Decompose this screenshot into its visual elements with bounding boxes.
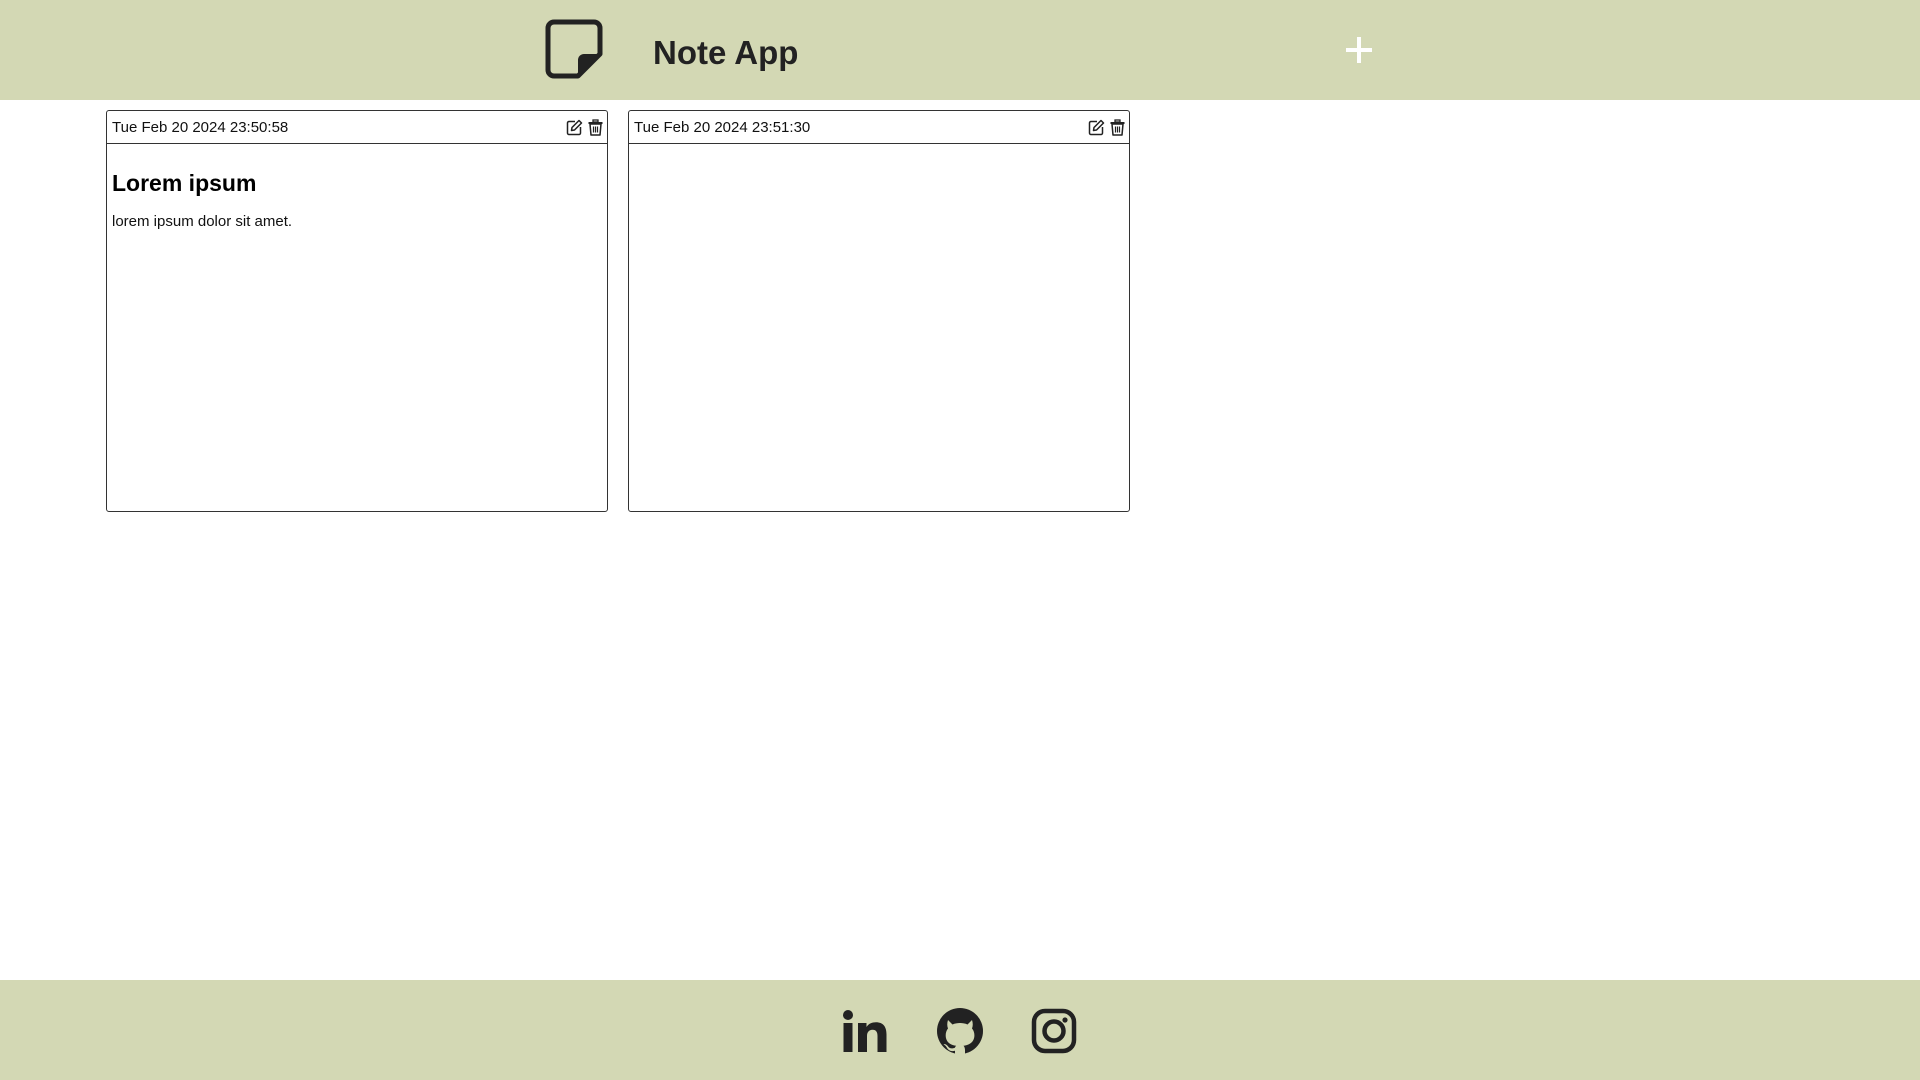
github-icon[interactable] <box>935 1006 985 1056</box>
note-title: Lorem ipsum <box>112 170 257 196</box>
note-actions <box>1088 119 1126 137</box>
note-date: Tue Feb 20 2024 23:51:30 <box>634 119 811 136</box>
note-body[interactable] <box>634 169 1124 185</box>
note-card: Tue Feb 20 2024 23:51:30 <box>628 110 1130 512</box>
add-note-button[interactable] <box>1340 30 1378 70</box>
app-title: Note App <box>653 34 799 71</box>
instagram-icon[interactable] <box>1029 1006 1079 1056</box>
sticky-note-icon <box>544 18 604 80</box>
note-header: Tue Feb 20 2024 23:50:58 <box>107 111 607 144</box>
note-actions <box>566 119 604 137</box>
note-body[interactable]: Lorem ipsum lorem ipsum dolor sit amet. <box>112 169 602 231</box>
note-text: lorem ipsum dolor sit amet. <box>112 213 293 230</box>
linkedin-icon[interactable] <box>840 1006 890 1056</box>
trash-icon[interactable] <box>587 119 604 136</box>
edit-icon[interactable] <box>1088 119 1105 136</box>
note-date: Tue Feb 20 2024 23:50:58 <box>112 119 289 136</box>
app-header: Note App <box>0 0 1920 100</box>
edit-icon[interactable] <box>566 119 583 136</box>
app-footer <box>0 980 1920 1080</box>
notes-grid: Tue Feb 20 2024 23:50:58 Lorem ipsum lor… <box>106 110 1806 512</box>
plus-icon <box>1346 37 1372 63</box>
note-card: Tue Feb 20 2024 23:50:58 Lorem ipsum lor… <box>106 110 608 512</box>
trash-icon[interactable] <box>1109 119 1126 136</box>
note-header: Tue Feb 20 2024 23:51:30 <box>629 111 1129 144</box>
